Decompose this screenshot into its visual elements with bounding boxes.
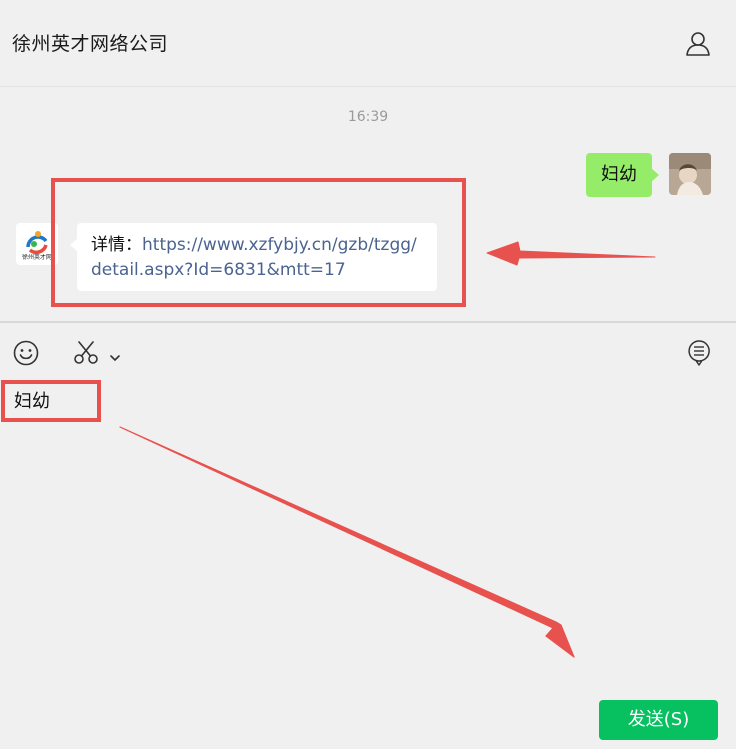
chat-title: 徐州英才网络公司 (12, 33, 169, 55)
input-toolbar (0, 323, 736, 383)
chat-header: 徐州英才网络公司 (0, 0, 736, 87)
send-button[interactable]: 发送(S) (599, 700, 718, 740)
annotation-box-input (1, 380, 101, 422)
message-input[interactable]: 妇幼 (0, 383, 736, 683)
chevron-down-icon[interactable] (109, 348, 121, 361)
smiley-icon[interactable] (13, 340, 39, 366)
person-icon[interactable] (684, 30, 712, 58)
outgoing-message-bubble[interactable]: 妇幼 (586, 153, 659, 197)
annotation-box-link (51, 178, 466, 307)
user-avatar[interactable] (669, 153, 711, 195)
message-timestamp: 16:39 (347, 109, 389, 125)
scissors-icon[interactable] (73, 341, 99, 365)
chat-history-icon[interactable] (687, 339, 711, 367)
